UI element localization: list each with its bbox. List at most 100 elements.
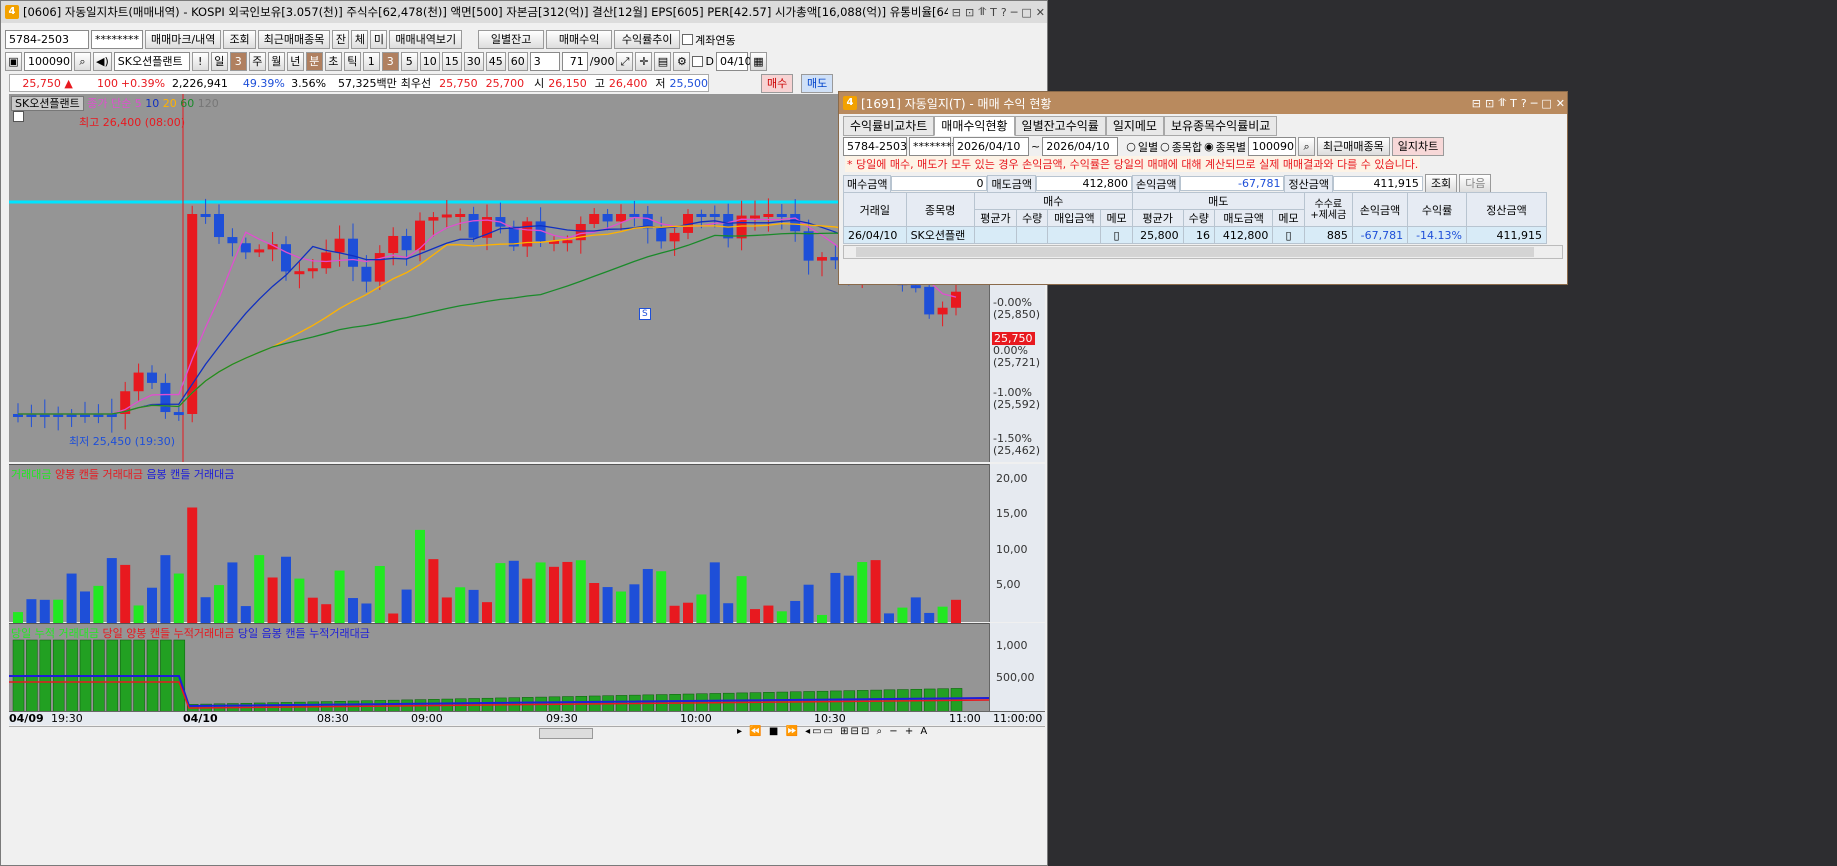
account-select[interactable]: 5784-2503 [5,30,89,49]
chart-scrollbar[interactable]: ▸ ⏪ ■ ⏩ ◂▭▭ ⊞⊟⊡ ⌕ − + A [9,726,1045,740]
sell-memo-icon[interactable]: ▯ [1272,226,1305,244]
sell-button[interactable]: 매도 [801,74,834,93]
search-icon[interactable]: ⌕ [74,52,91,71]
account-link-checkbox[interactable] [682,34,694,45]
maximize-button[interactable]: □ [1021,6,1031,19]
query-button[interactable]: 조회 [223,30,256,49]
memo-icon[interactable]: ▯ [1100,226,1133,244]
candle-body [696,214,707,217]
interval-60[interactable]: 60 [507,52,528,71]
settings-icon[interactable]: ⚙ [673,52,691,71]
nav-controls[interactable]: ▸ ⏪ ■ ⏩ ◂▭▭ ⊞⊟⊡ ⌕ − + A [737,726,929,737]
d-checkbox[interactable] [692,56,704,67]
che-button[interactable]: 체 [351,30,369,49]
tab-holdings-compare[interactable]: 보유종목수익률비교 [1163,116,1278,136]
period-month[interactable]: 월 [267,52,285,71]
table-row[interactable]: 26/04/10 SK오션플랜 ▯ 25,800 16 412,800 ▯ 88… [843,226,1547,244]
pin-icon[interactable]: ⥣ [978,5,986,19]
period-second[interactable]: 초 [324,52,342,71]
interval-1[interactable]: 1 [362,52,380,71]
font-icon[interactable]: T [990,6,997,19]
zoom-icon[interactable]: ⤢ [616,52,634,71]
scroll-thumb[interactable] [539,728,593,739]
buy-amount-label: 매수금액 [843,174,892,193]
volume-bar [857,562,868,623]
period-year[interactable]: 년 [286,52,304,71]
help-icon[interactable]: ? [1001,6,1007,19]
layout-icon[interactable]: ▣ [5,52,22,71]
interval-5[interactable]: 5 [400,52,418,71]
bar-count-field[interactable]: 71 [561,52,588,71]
grid-icon[interactable] [13,111,24,122]
stock-code-select[interactable]: 100090 [24,52,72,71]
table-hscroll[interactable] [843,245,1563,259]
trade-profit-button[interactable]: 매매수익 [546,30,613,49]
cross-icon[interactable]: ✛ [635,52,653,71]
tab-journal-memo[interactable]: 일지메모 [1105,116,1164,136]
view-trades-button[interactable]: 매매내역보기 [389,30,463,49]
date-from-field[interactable]: 2026/04/10 [953,137,1029,156]
volume-bar [910,597,921,623]
save-icon[interactable]: ▤ [654,52,672,71]
radio-per-stock[interactable]: ◉ [1204,140,1214,153]
dlg-cascade-icon[interactable]: ⊡ [1485,97,1494,110]
calendar-icon[interactable]: ▦ [749,52,767,71]
dlg-query-button[interactable]: 조회 [1424,174,1458,193]
period-minute[interactable]: 분 [305,52,323,71]
dlg-account-select[interactable]: 5784-2503 [843,137,907,156]
cumulative-chart-panel[interactable]: 당일 누적 거래대금 당일 양봉 캔들 누적거래대금 당일 음봉 캔들 누적거래… [9,623,989,712]
dialog-tabs: 수익률비교차트 매매수익현황 일별잔고수익률 일지메모 보유종목수익률비교 [843,116,1278,136]
date-field[interactable]: 04/10 [715,52,752,71]
dlg-maximize-button[interactable]: □ [1541,97,1551,110]
volume-chart-panel[interactable]: 거래대금 양봉 캔들 거래대금 음봉 캔들 거래대금 [9,464,989,623]
interval-15[interactable]: 15 [441,52,462,71]
jan-button[interactable]: 잔 [332,30,350,49]
dlg-next-button[interactable]: 다음 [1459,174,1492,193]
dlg-font-icon[interactable]: T [1510,97,1517,110]
journal-chart-button[interactable]: 일지차트 [1391,137,1445,156]
period-day-count[interactable]: 3 [229,52,247,71]
buy-button[interactable]: 매수 [761,74,794,93]
minimize-button[interactable]: ─ [1011,6,1018,19]
stock-name-field[interactable]: SK오션플랜트 [113,52,190,71]
radio-stock-sum[interactable]: ○ [1160,140,1170,153]
interval-30[interactable]: 30 [463,52,484,71]
tab-trade-profit[interactable]: 매매수익현황 [934,116,1015,136]
alert-icon[interactable]: ! [191,52,209,71]
date-to-field[interactable]: 2026/04/10 [1042,137,1119,156]
close-button[interactable]: ✕ [1036,6,1045,19]
recent-trades-button[interactable]: 최근매매종목 [257,30,331,49]
dlg-stock-code[interactable]: 100090 [1248,137,1297,156]
period-day[interactable]: 일 [210,52,228,71]
period-week[interactable]: 주 [248,52,266,71]
interval-3[interactable]: 3 [381,52,399,71]
min-price-label: 최저 25,450 (19:30) [69,435,176,448]
tile-icon[interactable]: ⊟ [952,6,961,19]
dlg-help-icon[interactable]: ? [1521,97,1527,110]
return-trend-button[interactable]: 수익률추이 [614,30,681,49]
ma-120: 120 [197,97,219,110]
dlg-pin-icon[interactable]: ⥣ [1498,96,1506,110]
trade-mark-button[interactable]: 매매마크/내역 [145,30,222,49]
dlg-recent-trades-button[interactable]: 최근매매종목 [1317,137,1390,156]
speaker-icon[interactable]: ◀) [93,52,112,71]
sell-amount: 412,800 [1035,176,1132,191]
password-field[interactable]: ******** [91,30,143,49]
daily-balance-button[interactable]: 일별잔고 [478,30,545,49]
cascade-icon[interactable]: ⊡ [965,6,974,19]
interval-45[interactable]: 45 [485,52,506,71]
dlg-search-icon[interactable]: ⌕ [1298,137,1316,156]
tab-return-compare[interactable]: 수익률비교차트 [843,116,935,136]
dlg-close-button[interactable]: ✕ [1556,97,1565,110]
dlg-tile-icon[interactable]: ⊟ [1472,97,1481,110]
interval-count[interactable]: 3 [529,52,560,71]
mi-button[interactable]: 미 [370,30,388,49]
dlg-password-field[interactable]: ******** [909,137,957,156]
interval-10[interactable]: 10 [419,52,440,71]
trade-marker[interactable]: S [639,308,651,320]
tab-daily-balance[interactable]: 일별잔고수익률 [1014,116,1106,136]
period-tick[interactable]: 틱 [343,52,361,71]
hscroll-thumb[interactable] [856,247,1534,257]
radio-daily[interactable]: ○ [1126,140,1136,153]
dlg-minimize-button[interactable]: ─ [1531,97,1538,110]
